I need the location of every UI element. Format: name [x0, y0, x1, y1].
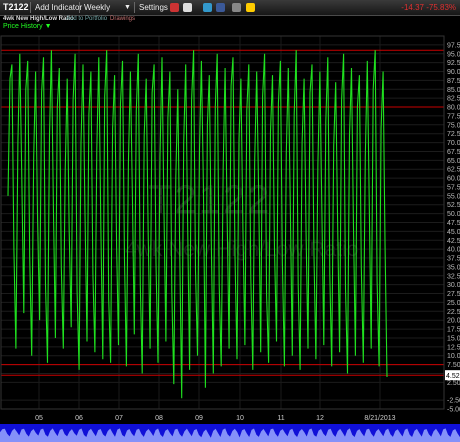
x-tick-label: 8/21/2013 [364, 415, 395, 422]
y-tick-label: 70.00 [447, 140, 460, 147]
y-tick-label: 57.50 [447, 184, 460, 191]
y-tick-label: 50.00 [447, 211, 460, 218]
y-tick-label: 72.50 [447, 131, 460, 138]
x-tick-label: 11 [277, 415, 284, 422]
y-tick-label: 20.00 [447, 318, 460, 325]
y-tick-label: 65.00 [447, 158, 460, 165]
x-tick-label: 10 [236, 415, 244, 422]
x-tick-label: 12 [316, 415, 324, 422]
y-tick-label: 52.50 [447, 202, 460, 209]
y-tick-label: 37.50 [447, 256, 460, 263]
navigator-strip[interactable] [0, 424, 460, 442]
y-tick-label: 92.50 [447, 60, 460, 67]
x-tick-label: 07 [115, 415, 123, 422]
y-tick-label: 15.00 [447, 335, 460, 342]
y-tick-label: 77.50 [447, 113, 460, 120]
y-tick-label: 40.00 [447, 247, 460, 254]
x-tick-label: 05 [35, 415, 43, 422]
x-tick-label: 08 [155, 415, 163, 422]
y-tick-label: 62.50 [447, 167, 460, 174]
y-tick-label: 7.50 [447, 362, 460, 369]
y-tick-label: 12.50 [447, 344, 460, 351]
y-tick-label: 95.00 [447, 51, 460, 58]
y-tick-label: 42.50 [447, 238, 460, 245]
y-tick-label: 32.50 [447, 273, 460, 280]
y-tick-label: 47.50 [447, 220, 460, 227]
last-price-label: 4.52 [446, 373, 460, 380]
y-tick-label: -2.50 [447, 398, 460, 405]
y-tick-label: 25.00 [447, 300, 460, 307]
y-tick-label: 10.00 [447, 353, 460, 360]
series-line [7, 50, 388, 399]
x-tick-label: 09 [195, 415, 203, 422]
price-history-menu[interactable]: Price History ▼ [3, 23, 52, 30]
y-tick-label: 67.50 [447, 149, 460, 156]
y-tick-label: 60.00 [447, 176, 460, 183]
y-tick-label: 45.00 [447, 229, 460, 236]
price-history-label: Price History [3, 23, 43, 30]
y-tick-label: 90.00 [447, 69, 460, 76]
y-tick-label: 30.00 [447, 282, 460, 289]
y-tick-label: 82.50 [447, 96, 460, 103]
y-tick-label: 80.00 [447, 105, 460, 112]
y-tick-label: 27.50 [447, 291, 460, 298]
price-chart[interactable]: -5.00-2.502.505.007.5010.0012.5015.0017.… [0, 0, 460, 424]
y-tick-label: 17.50 [447, 327, 460, 334]
y-tick-label: -5.00 [447, 407, 460, 414]
navigator-area [0, 428, 460, 442]
y-tick-label: 2.50 [447, 380, 460, 387]
y-tick-label: 22.50 [447, 309, 460, 316]
y-tick-label: 97.50 [447, 42, 460, 49]
y-tick-label: 35.00 [447, 264, 460, 271]
y-tick-label: 75.00 [447, 122, 460, 129]
x-tick-label: 06 [75, 415, 83, 422]
y-tick-label: 85.00 [447, 87, 460, 94]
y-tick-label: 55.00 [447, 193, 460, 200]
y-tick-label: 87.50 [447, 78, 460, 85]
